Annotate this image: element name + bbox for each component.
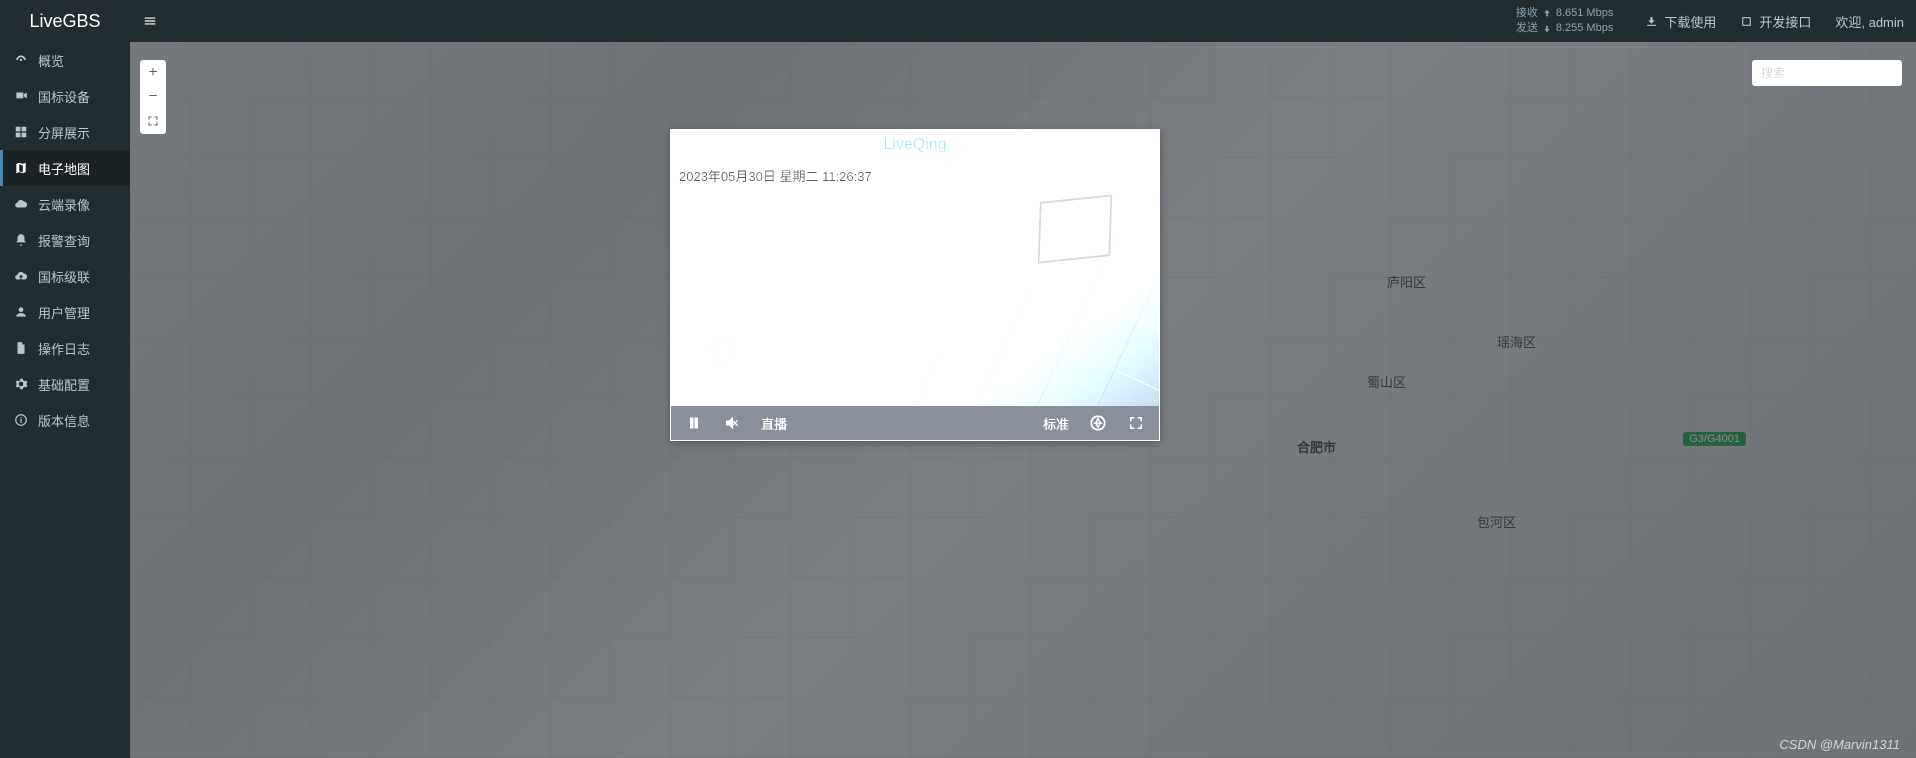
- map-label-hefei: 合肥市: [1297, 437, 1336, 456]
- watermark: CSDN @Marvin1311: [1779, 737, 1900, 752]
- mute-button[interactable]: [723, 414, 741, 432]
- sidebar-item-config[interactable]: 基础配置: [0, 366, 130, 402]
- fullscreen-icon: [1127, 414, 1145, 432]
- send-label: 发送: [1516, 21, 1538, 36]
- fullscreen-video-button[interactable]: [1127, 414, 1145, 432]
- aperture-icon: [1089, 414, 1107, 432]
- api-label: 开发接口: [1759, 12, 1811, 31]
- sidebar-toggle-button[interactable]: [130, 0, 170, 42]
- sidebar-item-label: 操作日志: [38, 339, 90, 358]
- video-add-button[interactable]: +: [1125, 137, 1133, 153]
- volume-mute-icon: [723, 414, 741, 432]
- sidebar-item-devices[interactable]: 国标设备: [0, 78, 130, 114]
- send-value: 8.255 Mbps: [1556, 21, 1613, 36]
- sidebar-item-label: 基础配置: [38, 375, 90, 394]
- user-icon: [14, 305, 28, 319]
- header: LiveGBS 接收 8.651 Mbps 发送 8.255 Mbps 下载使用…: [0, 0, 1916, 42]
- zoom-in-button[interactable]: +: [141, 61, 165, 85]
- ceiling-vent: [1038, 194, 1113, 263]
- download-icon: [1645, 15, 1658, 28]
- camera-icon: [14, 89, 28, 103]
- fullscreen-map-button[interactable]: [141, 109, 165, 133]
- sidebar-item-label: 国标级联: [38, 267, 90, 286]
- quality-button[interactable]: 标准: [1043, 414, 1069, 433]
- arrow-down-icon: [1542, 24, 1552, 34]
- sidebar-item-label: 报警查询: [38, 231, 90, 250]
- smoke-detector: [711, 340, 733, 362]
- search-input[interactable]: [1761, 66, 1916, 80]
- map-zoom-controls: + −: [140, 60, 166, 134]
- cloud-upload-icon: [14, 269, 28, 283]
- bell-icon: [14, 233, 28, 247]
- video-popup: LiveQing + × 2023年05月30日 星期二 11:26:37 直播…: [670, 129, 1160, 441]
- sidebar-item-alarm[interactable]: 报警查询: [0, 222, 130, 258]
- sidebar: 概览 国标设备 分屏展示 电子地图 云端录像 报警查询 国标级联 用户管理 操作…: [0, 42, 130, 758]
- video-popup-header[interactable]: LiveQing + ×: [671, 130, 1159, 160]
- sidebar-item-label: 电子地图: [38, 159, 90, 178]
- hamburger-icon: [143, 14, 157, 28]
- sidebar-item-label: 用户管理: [38, 303, 90, 322]
- live-label: 直播: [761, 414, 787, 433]
- sidebar-item-split-view[interactable]: 分屏展示: [0, 114, 130, 150]
- recv-value: 8.651 Mbps: [1556, 6, 1613, 21]
- sidebar-item-label: 版本信息: [38, 411, 90, 430]
- book-icon: [1740, 15, 1753, 28]
- info-icon: [14, 413, 28, 427]
- video-close-button[interactable]: ×: [1143, 137, 1151, 153]
- map-label-shushan: 蜀山区: [1367, 372, 1406, 391]
- sidebar-item-label: 国标设备: [38, 87, 90, 106]
- zoom-out-button[interactable]: −: [141, 85, 165, 109]
- sidebar-item-users[interactable]: 用户管理: [0, 294, 130, 330]
- map-search[interactable]: [1752, 60, 1902, 86]
- snapshot-button[interactable]: [1089, 414, 1107, 432]
- expand-icon: [146, 114, 160, 128]
- map-label-luyang: 庐阳区: [1387, 272, 1426, 291]
- api-link[interactable]: 开发接口: [1728, 12, 1823, 31]
- video-timestamp: 2023年05月30日 星期二 11:26:37: [679, 166, 872, 185]
- sidebar-item-logs[interactable]: 操作日志: [0, 330, 130, 366]
- map-label-yaohai: 瑶海区: [1497, 332, 1536, 351]
- pause-button[interactable]: [685, 414, 703, 432]
- video-popup-title: LiveQing: [883, 136, 946, 154]
- grid-icon: [14, 125, 28, 139]
- video-frame[interactable]: 2023年05月30日 星期二 11:26:37: [671, 160, 1159, 406]
- sidebar-item-label: 分屏展示: [38, 123, 90, 142]
- sidebar-item-cloud-record[interactable]: 云端录像: [0, 186, 130, 222]
- main-content: 庐阳区 瑶海区 蜀山区 合肥市 包河区 G3/G4001 + − LiveQin…: [130, 42, 1916, 758]
- sidebar-item-label: 概览: [38, 51, 64, 70]
- network-stats: 接收 8.651 Mbps 发送 8.255 Mbps: [1516, 6, 1613, 37]
- pause-icon: [685, 414, 703, 432]
- recv-label: 接收: [1516, 6, 1538, 21]
- dashboard-icon: [14, 53, 28, 67]
- download-link[interactable]: 下载使用: [1633, 12, 1728, 31]
- welcome-label: 欢迎, admin: [1835, 12, 1904, 31]
- video-controls: 直播 标准: [671, 406, 1159, 440]
- map-road-badge: G3/G4001: [1683, 432, 1746, 446]
- arrow-up-icon: [1542, 8, 1552, 18]
- sidebar-item-map[interactable]: 电子地图: [0, 150, 130, 186]
- cloud-icon: [14, 197, 28, 211]
- sidebar-item-version[interactable]: 版本信息: [0, 402, 130, 438]
- map-label-baohe: 包河区: [1477, 512, 1516, 531]
- user-welcome[interactable]: 欢迎, admin: [1823, 12, 1916, 31]
- file-icon: [14, 341, 28, 355]
- sidebar-item-overview[interactable]: 概览: [0, 42, 130, 78]
- map-icon: [14, 161, 28, 175]
- brand-title: LiveGBS: [0, 11, 130, 32]
- sidebar-item-label: 云端录像: [38, 195, 90, 214]
- cog-icon: [14, 377, 28, 391]
- download-label: 下载使用: [1664, 12, 1716, 31]
- sidebar-item-cascade[interactable]: 国标级联: [0, 258, 130, 294]
